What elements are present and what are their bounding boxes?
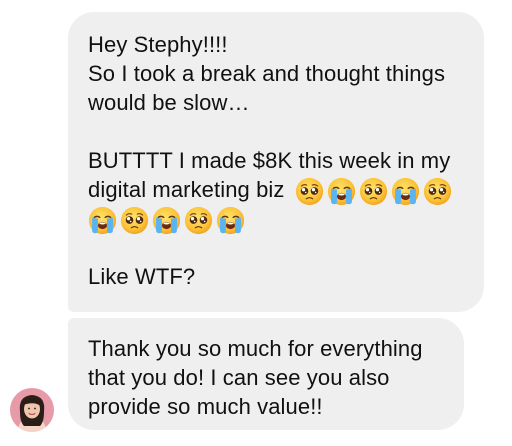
- loudly-crying-face-emoji: [327, 177, 356, 206]
- pleading-face-emoji: [120, 206, 149, 235]
- emoji-row-2: [88, 206, 245, 235]
- message-text-line: Hey Stephy!!!!: [88, 32, 228, 57]
- loudly-crying-face-emoji: [88, 206, 117, 235]
- sender-avatar[interactable]: [10, 388, 54, 432]
- loudly-crying-face-emoji: [216, 206, 245, 235]
- pleading-face-emoji: [423, 177, 452, 206]
- message-text-line: that you do! I can see you also: [88, 365, 390, 390]
- emoji-row-1: [295, 177, 452, 206]
- message-text-line: would be slow…: [88, 90, 250, 115]
- avatar-photo-icon: [10, 388, 54, 432]
- pleading-face-emoji: [359, 177, 388, 206]
- message-emoji-line: [88, 204, 464, 233]
- message-bubble-received[interactable]: Thank you so much for everything that yo…: [68, 318, 464, 430]
- pleading-face-emoji: [295, 177, 324, 206]
- message-text-line: provide so much value!!: [88, 394, 323, 419]
- message-bubble-received[interactable]: Hey Stephy!!!! So I took a break and tho…: [68, 12, 484, 312]
- message-text-line: Thank you so much for everything: [88, 336, 423, 361]
- pleading-face-emoji: [184, 206, 213, 235]
- loudly-crying-face-emoji: [391, 177, 420, 206]
- message-text: digital marketing biz: [88, 177, 285, 202]
- message-text-line: So I took a break and thought things: [88, 61, 446, 86]
- message-text-with-emojis: digital marketing biz: [88, 175, 464, 204]
- loudly-crying-face-emoji: [152, 206, 181, 235]
- message-text-line: BUTTTT I made $8K this week in my: [88, 148, 451, 173]
- message-text-line: Like WTF?: [88, 264, 196, 289]
